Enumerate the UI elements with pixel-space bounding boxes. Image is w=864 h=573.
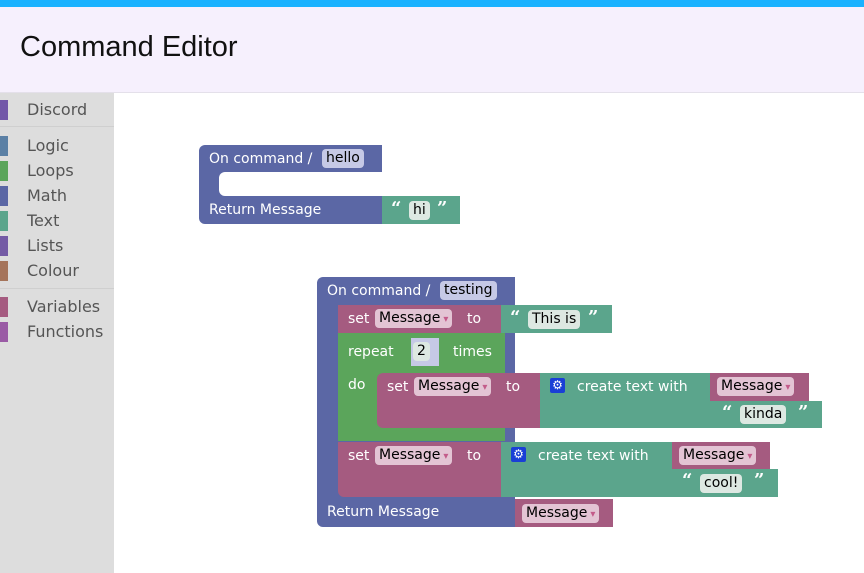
create-text-label: create text with [538, 448, 649, 464]
toolbox: Discord Logic Loops Math Text Lists Colo… [0, 93, 114, 573]
text-block-hi[interactable]: “ hi ” [382, 196, 460, 224]
to-label: to [467, 448, 482, 464]
category-label: Loops [27, 161, 74, 180]
variable-name: Message [379, 310, 441, 326]
to-label: to [467, 311, 482, 327]
toolbox-category-text[interactable]: Text [0, 209, 114, 231]
toolbox-category-loops[interactable]: Loops [0, 159, 114, 181]
variable-name: Message [683, 447, 745, 463]
command-prefix-label: On command / [209, 151, 313, 167]
variable-dropdown[interactable]: Message ▾ [522, 504, 600, 523]
category-swatch [0, 297, 8, 317]
close-quote-icon: ” [437, 198, 448, 219]
category-swatch [0, 161, 8, 181]
category-swatch [0, 261, 8, 281]
dropdown-arrow-icon: ▾ [747, 451, 753, 462]
variable-dropdown[interactable]: Message ▾ [717, 377, 795, 396]
variable-name: Message [526, 505, 588, 521]
do-label: do [348, 377, 366, 393]
text-field[interactable]: kinda [740, 405, 787, 424]
close-quote-icon: ” [588, 307, 599, 328]
variable-dropdown[interactable]: Message ▾ [414, 377, 492, 396]
create-text-block-1[interactable]: ⚙ create text with [540, 373, 712, 428]
set-variable-block-1[interactable]: set Message ▾ to [338, 305, 501, 333]
toolbox-category-colour[interactable]: Colour [0, 259, 114, 281]
close-quote-icon: ” [798, 402, 809, 423]
variable-dropdown[interactable]: Message ▾ [679, 446, 757, 465]
repeat-count-field[interactable]: 2 [413, 342, 430, 361]
category-label: Lists [27, 236, 64, 255]
create-text-block-2[interactable]: ⚙ create text with [501, 442, 673, 497]
set-variable-block-2[interactable]: set Message ▾ to [377, 373, 540, 428]
command-name-field[interactable]: testing [440, 281, 497, 300]
repeat-label: repeat [348, 344, 394, 360]
on-command-block-hello[interactable]: On command / hello Return Message [199, 145, 382, 224]
variable-name: Message [721, 378, 783, 394]
dropdown-arrow-icon: ▾ [482, 382, 488, 393]
category-label: Colour [27, 261, 79, 280]
command-name-field[interactable]: hello [322, 149, 364, 168]
number-block[interactable]: 2 [411, 338, 439, 366]
toolbox-category-discord[interactable]: Discord [0, 98, 114, 120]
category-swatch [0, 211, 8, 231]
return-message-label: Return Message [209, 202, 322, 218]
variable-name: Message [418, 378, 480, 394]
page-title: Command Editor [20, 31, 238, 63]
open-quote-icon: “ [510, 307, 521, 328]
open-quote-icon: “ [722, 402, 733, 423]
variable-dropdown[interactable]: Message ▾ [375, 446, 453, 465]
command-prefix-label: On command / [327, 283, 431, 299]
divider [0, 288, 114, 289]
variable-dropdown[interactable]: Message ▾ [375, 309, 453, 328]
variable-get-block[interactable]: Message ▾ [710, 373, 809, 401]
mutator-gear-icon[interactable]: ⚙ [550, 378, 565, 393]
mutator-gear-icon[interactable]: ⚙ [511, 447, 526, 462]
dropdown-arrow-icon: ▾ [590, 509, 596, 520]
category-label: Math [27, 186, 68, 205]
category-label: Text [27, 211, 60, 230]
category-label: Functions [27, 322, 104, 341]
toolbox-category-variables[interactable]: Variables [0, 295, 114, 317]
close-quote-icon: ” [754, 470, 765, 491]
toolbox-category-lists[interactable]: Lists [0, 234, 114, 256]
category-swatch [0, 100, 8, 120]
category-swatch [0, 186, 8, 206]
header: Command Editor [0, 7, 864, 93]
variable-get-block[interactable]: Message ▾ [672, 442, 770, 469]
category-swatch [0, 236, 8, 256]
text-field[interactable]: hi [409, 201, 430, 220]
return-message-label: Return Message [327, 504, 440, 520]
text-field[interactable]: This is [528, 310, 581, 329]
variable-name: Message [379, 447, 441, 463]
dropdown-arrow-icon: ▾ [785, 382, 791, 393]
statement-slot [219, 172, 382, 196]
text-field[interactable]: cool! [700, 474, 743, 493]
dropdown-arrow-icon: ▾ [443, 451, 449, 462]
set-label: set [387, 379, 409, 395]
category-swatch [0, 136, 8, 156]
top-accent-bar [0, 0, 864, 7]
toolbox-category-functions[interactable]: Functions [0, 320, 114, 342]
times-label: times [453, 344, 492, 360]
toolbox-category-math[interactable]: Math [0, 184, 114, 206]
toolbox-category-logic[interactable]: Logic [0, 134, 114, 156]
to-label: to [506, 379, 521, 395]
set-variable-block-3[interactable]: set Message ▾ to [338, 442, 501, 497]
category-label: Discord [27, 100, 88, 119]
category-swatch [0, 322, 8, 342]
create-text-label: create text with [577, 379, 688, 395]
open-quote-icon: “ [682, 470, 693, 491]
text-block-this-is[interactable]: “ This is ” [501, 305, 612, 333]
open-quote-icon: “ [391, 198, 402, 219]
divider [0, 126, 114, 127]
block-workspace[interactable]: On command / hello Return Message “ hi ”… [114, 93, 864, 573]
text-block-cool[interactable]: “ cool! ” [672, 469, 778, 497]
set-label: set [348, 448, 370, 464]
category-label: Logic [27, 136, 69, 155]
set-label: set [348, 311, 370, 327]
text-block-kinda[interactable]: “ kinda ” [710, 401, 822, 428]
category-label: Variables [27, 297, 101, 316]
return-variable-block[interactable]: Message ▾ [515, 499, 613, 527]
dropdown-arrow-icon: ▾ [443, 314, 449, 325]
